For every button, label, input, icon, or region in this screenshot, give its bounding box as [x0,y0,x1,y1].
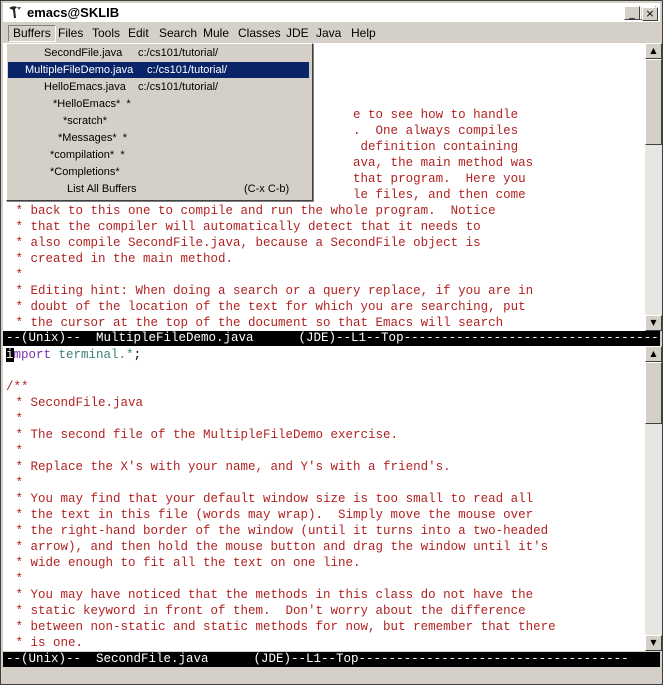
code-line: * the cursor at the top of the document … [8,316,504,330]
bottom-editor-pane[interactable]: import terminal.*; /** * SecondFile.java… [3,346,645,651]
buffer-item-messages[interactable]: *Messages* * [8,130,309,146]
menu-tools[interactable]: Tools [88,26,124,41]
list-all-buffers-item[interactable]: List All Buffers (C-x C-b) [8,181,309,197]
top-mode-line: --(Unix)-- MultipleFileDemo.java (JDE)--… [3,331,660,346]
code-line: * back to this one to compile and run th… [8,204,496,218]
scroll-down-arrow-icon[interactable]: ▼ [645,315,662,331]
code-line: * You may have noticed that the methods … [8,588,534,602]
scroll-down-arrow-icon[interactable]: ▼ [645,635,662,651]
scroll-up-arrow-icon[interactable]: ▲ [645,346,662,362]
code-line: * The second file of the MultipleFileDem… [8,428,399,442]
menu-bar: Buffers Files Tools Edit Search Mule Cla… [3,23,660,43]
emacs-window: emacs@SKLIB _ □ × Buffers Files Tools Ed… [0,0,663,685]
menu-buffers[interactable]: Buffers [8,25,56,42]
code-line: * [8,476,24,490]
scroll-up-arrow-icon[interactable]: ▲ [645,43,662,59]
bottom-scrollbar[interactable]: ▲ ▼ [645,346,662,651]
text-cursor: i [6,348,14,362]
minimize-button[interactable]: _ [624,6,640,20]
menu-java[interactable]: Java [312,26,345,41]
code-line: * [8,444,24,458]
menu-mule[interactable]: Mule [199,26,233,41]
buffer-item-helloemacs[interactable]: HelloEmacs.java c:/cs101/tutorial/ [8,79,309,95]
window-title: emacs@SKLIB [27,5,120,20]
code-line: * the right-hand border of the window (u… [8,524,549,538]
menu-jde[interactable]: JDE [282,26,313,41]
code-line: * between non-static and static methods … [8,620,556,634]
code-line: * SecondFile.java [8,396,144,410]
scroll-thumb[interactable] [645,59,662,145]
code-line: * static keyword in front of them. Don't… [8,604,526,618]
close-button[interactable]: × [642,7,658,21]
code-line: * [8,268,24,282]
code-line: * [8,412,24,426]
scroll-thumb[interactable] [645,362,662,424]
code-line: * arrow), and then hold the mouse button… [8,540,549,554]
menu-files[interactable]: Files [54,26,87,41]
code-line: * [8,572,24,586]
import-line: import terminal.*; [6,348,142,362]
code-line: * Replace the X's with your name, and Y'… [8,460,451,474]
emacs-gnu-icon [9,6,21,18]
menu-edit[interactable]: Edit [124,26,153,41]
buffer-item-completions[interactable]: *Completions* [8,164,309,180]
buffer-item-compilation[interactable]: *compilation* * [8,147,309,163]
code-line: /** [6,380,29,394]
buffer-item-multiplefiledemo[interactable]: MultipleFileDemo.java c:/cs101/tutorial/ [8,62,309,78]
code-line: * the text in this file (words may wrap)… [8,508,534,522]
code-line: * created in the main method. [8,252,234,266]
bottom-mode-line: --(Unix)-- SecondFile.java (JDE)--L1--To… [3,652,660,667]
code-line: * is one. [8,636,84,650]
top-scrollbar[interactable]: ▲ ▼ [645,43,662,331]
code-line: * You may find that your default window … [8,492,534,506]
code-line: * doubt of the location of the text for … [8,300,526,314]
menu-help[interactable]: Help [347,26,380,41]
code-line: * wide enough to fit all the text on one… [8,556,361,570]
code-line: * Editing hint: When doing a search or a… [8,284,534,298]
buffers-menu: SecondFile.java c:/cs101/tutorial/ Multi… [6,43,313,201]
code-line: * that the compiler will automatically d… [8,220,481,234]
title-bar[interactable]: emacs@SKLIB _ □ [3,3,660,22]
buffer-item-helloemacs-output[interactable]: *HelloEmacs* * [8,96,309,112]
menu-classes[interactable]: Classes [234,26,285,41]
buffer-item-secondfile[interactable]: SecondFile.java c:/cs101/tutorial/ [8,45,309,61]
buffer-item-scratch[interactable]: *scratch* [8,113,309,129]
menu-search[interactable]: Search [155,26,201,41]
code-line: * also compile SecondFile.java, because … [8,236,481,250]
